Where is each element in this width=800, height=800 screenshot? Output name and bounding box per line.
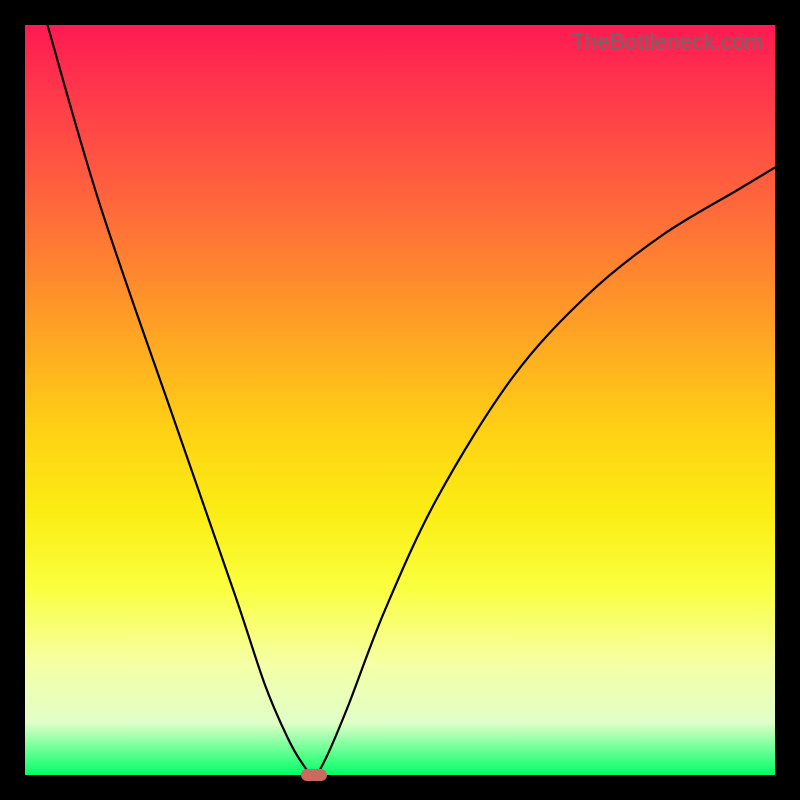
chart-frame: TheBottleneck.com (0, 0, 800, 800)
bottleneck-curve-path (48, 25, 776, 775)
optimal-point-marker (301, 769, 327, 781)
bottleneck-curve (25, 25, 775, 775)
chart-plot-area: TheBottleneck.com (25, 25, 775, 775)
